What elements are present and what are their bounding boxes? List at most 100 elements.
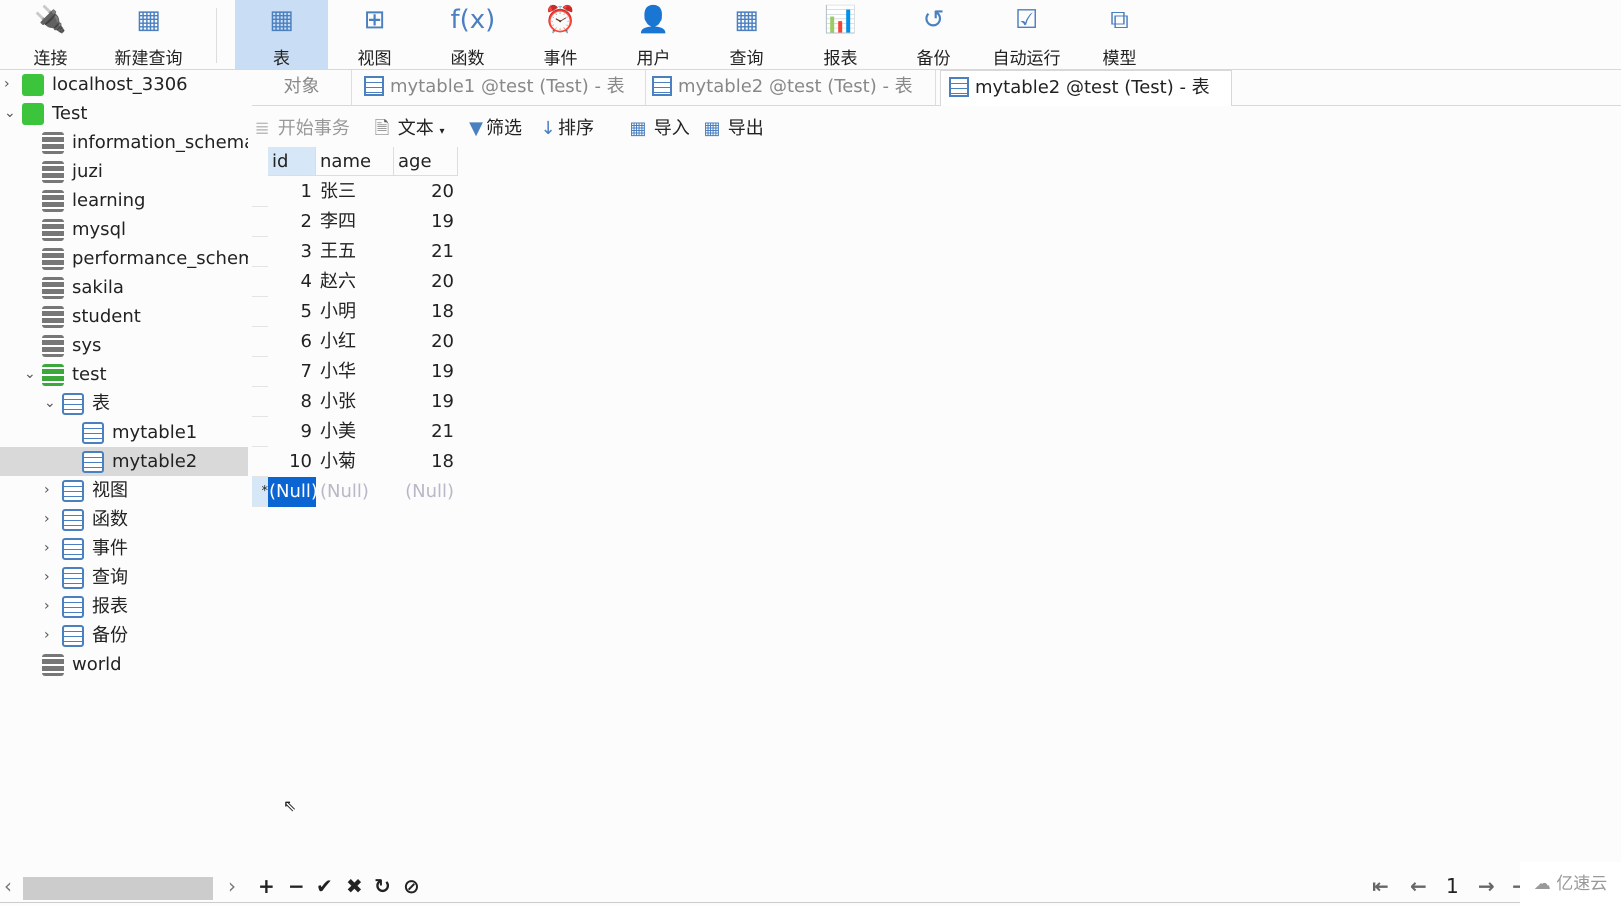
- grid-cell[interactable]: 18: [394, 447, 458, 477]
- row-header[interactable]: [252, 237, 268, 267]
- grid-cell[interactable]: 4: [268, 267, 316, 297]
- grid-cell[interactable]: 10: [268, 447, 316, 477]
- chevron-icon[interactable]: ⌄: [4, 99, 18, 128]
- column-header[interactable]: name: [316, 147, 394, 176]
- tree-item[interactable]: juzi: [0, 157, 248, 186]
- text-button[interactable]: 🗎 文本 ▾: [372, 112, 445, 149]
- first-page-button[interactable]: ⇤: [1372, 874, 1389, 898]
- grid-cell[interactable]: 19: [394, 357, 458, 387]
- prev-page-button[interactable]: ←: [1410, 874, 1427, 898]
- tree-item[interactable]: mytable2: [0, 447, 248, 476]
- tree-item[interactable]: world: [0, 650, 248, 679]
- apply-button[interactable]: ✔: [316, 874, 333, 898]
- grid-cell[interactable]: 赵六: [316, 267, 394, 297]
- tree-item[interactable]: sys: [0, 331, 248, 360]
- chevron-icon[interactable]: ›: [4, 70, 18, 99]
- grid-cell[interactable]: 小华: [316, 357, 394, 387]
- refresh-button[interactable]: ↻: [374, 874, 391, 898]
- sort-button[interactable]: ↓ 排序: [538, 112, 594, 146]
- chevron-icon[interactable]: ›: [44, 592, 58, 621]
- grid-cell[interactable]: 18: [394, 297, 458, 327]
- grid-cell[interactable]: 李四: [316, 207, 394, 237]
- tree-item[interactable]: › 视图: [0, 476, 248, 505]
- toolbar-new-query-button[interactable]: ▦ 新建查询: [102, 0, 195, 69]
- chevron-icon[interactable]: ›: [44, 621, 58, 650]
- grid-cell[interactable]: 王五: [316, 237, 394, 267]
- tab-objects[interactable]: 对象: [252, 70, 352, 106]
- grid-cell[interactable]: 9: [268, 417, 316, 447]
- grid-cell[interactable]: 20: [394, 267, 458, 297]
- grid-cell[interactable]: (Null): [268, 477, 318, 507]
- toolbar-schedule-button[interactable]: ☑ 自动运行: [980, 0, 1073, 69]
- page-number[interactable]: 1: [1446, 874, 1459, 898]
- chevron-icon[interactable]: ⌄: [44, 389, 58, 418]
- grid-cell[interactable]: (Null): [394, 477, 458, 507]
- tab-table[interactable]: mytable2 @test (Test) - 表: [940, 70, 1232, 106]
- tree-item[interactable]: performance_schema: [0, 244, 248, 273]
- row-header[interactable]: [252, 387, 268, 417]
- scroll-right-button[interactable]: ›: [228, 874, 236, 898]
- grid-cell[interactable]: 19: [394, 207, 458, 237]
- chevron-icon[interactable]: ›: [44, 476, 58, 505]
- row-header[interactable]: [252, 417, 268, 447]
- grid-cell[interactable]: 小美: [316, 417, 394, 447]
- tree-item[interactable]: › localhost_3306: [0, 70, 248, 99]
- toolbar-backup-button[interactable]: ↺ 备份: [887, 0, 980, 69]
- tree-item[interactable]: › 报表: [0, 592, 248, 621]
- toolbar-table-button[interactable]: ▦ 表: [235, 0, 328, 69]
- grid-cell[interactable]: 19: [394, 387, 458, 417]
- stop-button[interactable]: ⊘: [403, 874, 420, 898]
- scroll-left-button[interactable]: ‹: [4, 874, 12, 898]
- discard-button[interactable]: ✖: [346, 874, 363, 898]
- grid-cell[interactable]: 小红: [316, 327, 394, 357]
- next-page-button[interactable]: →: [1478, 874, 1495, 898]
- tree-item[interactable]: › 查询: [0, 563, 248, 592]
- chevron-icon[interactable]: ›: [44, 563, 58, 592]
- tab-table[interactable]: mytable2 @test (Test) - 表: [644, 70, 936, 106]
- row-header[interactable]: [252, 297, 268, 327]
- toolbar-view-button[interactable]: ⊞ 视图: [328, 0, 421, 69]
- grid-cell[interactable]: 3: [268, 237, 316, 267]
- grid-cell[interactable]: 6: [268, 327, 316, 357]
- delete-record-button[interactable]: −: [288, 874, 305, 898]
- chevron-icon[interactable]: ›: [44, 534, 58, 563]
- tree-item[interactable]: mytable1: [0, 418, 248, 447]
- grid-cell[interactable]: 小菊: [316, 447, 394, 477]
- grid-cell[interactable]: 张三: [316, 177, 394, 207]
- grid-cell[interactable]: 小张: [316, 387, 394, 417]
- row-header[interactable]: [252, 177, 268, 207]
- chevron-icon[interactable]: ›: [44, 505, 58, 534]
- begin-transaction-button[interactable]: ≣ 开始事务: [252, 112, 349, 146]
- row-header[interactable]: [252, 267, 268, 297]
- tree-item[interactable]: › 函数: [0, 505, 248, 534]
- grid-cell[interactable]: 8: [268, 387, 316, 417]
- grid-cell[interactable]: 小明: [316, 297, 394, 327]
- tree-item[interactable]: mysql: [0, 215, 248, 244]
- row-header[interactable]: [252, 447, 268, 477]
- toolbar-report-button[interactable]: 📊 报表: [794, 0, 887, 69]
- row-header[interactable]: [252, 357, 268, 387]
- tree-item[interactable]: information_schema: [0, 128, 248, 157]
- tab-table[interactable]: mytable1 @test (Test) - 表: [356, 70, 646, 106]
- tree-item[interactable]: › 备份: [0, 621, 248, 650]
- row-header[interactable]: *: [252, 477, 268, 507]
- grid-cell[interactable]: 21: [394, 417, 458, 447]
- toolbar-query-button[interactable]: ▦ 查询: [700, 0, 793, 69]
- grid-cell[interactable]: 21: [394, 237, 458, 267]
- row-header[interactable]: [252, 207, 268, 237]
- tree-item[interactable]: sakila: [0, 273, 248, 302]
- tree-item[interactable]: student: [0, 302, 248, 331]
- tree-item[interactable]: ⌄ Test: [0, 99, 248, 128]
- toolbar-plug-button[interactable]: 🔌 连接: [4, 0, 97, 69]
- grid-cell[interactable]: (Null): [316, 477, 394, 507]
- row-header[interactable]: [252, 327, 268, 357]
- chevron-icon[interactable]: ⌄: [24, 360, 38, 389]
- column-header[interactable]: age: [394, 147, 458, 176]
- grid-cell[interactable]: 20: [394, 327, 458, 357]
- add-record-button[interactable]: +: [258, 874, 275, 898]
- export-button[interactable]: ▦ 导出: [702, 112, 763, 146]
- toolbar-clock-button[interactable]: ⏰ 事件: [514, 0, 607, 69]
- toolbar-user-button[interactable]: 👤 用户: [607, 0, 700, 69]
- column-header[interactable]: id: [268, 147, 316, 176]
- grid-cell[interactable]: 7: [268, 357, 316, 387]
